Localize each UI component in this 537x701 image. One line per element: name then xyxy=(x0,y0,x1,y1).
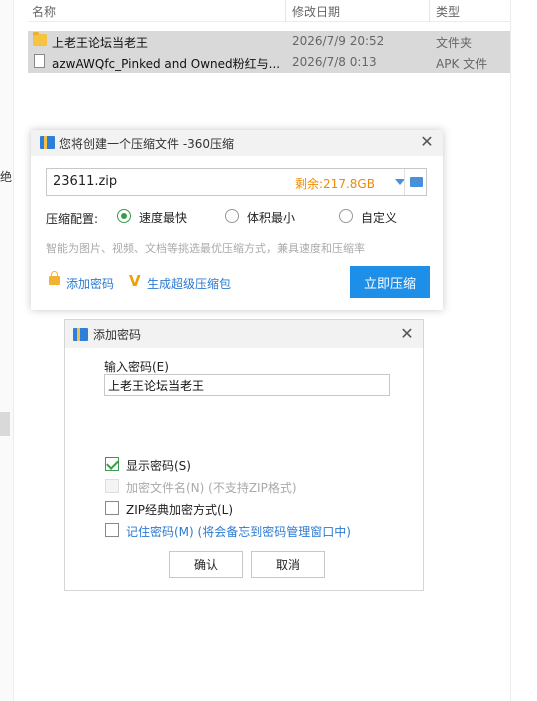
compress-config-label: 压缩配置: xyxy=(46,212,99,226)
navigation-pane-scrollbar[interactable] xyxy=(0,412,10,436)
folder-icon xyxy=(410,177,423,187)
column-header-row: 名称 修改日期 类型 xyxy=(28,0,510,22)
add-password-link[interactable]: 添加密码 xyxy=(66,275,114,292)
checkbox-label: 加密文件名(N) (不支持ZIP格式) xyxy=(126,481,297,495)
super-package-link[interactable]: 生成超级压缩包 xyxy=(147,275,231,292)
archive-app-icon xyxy=(40,136,55,149)
column-header-date[interactable]: 修改日期 xyxy=(292,3,340,20)
password-dialog-title: 添加密码 xyxy=(93,328,142,342)
password-input-label: 输入密码(E) xyxy=(104,360,169,374)
compress-dialog-title: 您将创建一个压缩文件 -360压缩 xyxy=(59,137,235,151)
radio-label: 自定义 xyxy=(361,211,398,225)
radio-indicator xyxy=(117,209,131,223)
file-row-apk[interactable]: azwAWQfc_Pinked and Owned粉红与... 2026/7/8… xyxy=(28,52,510,73)
checkbox-label: 记住密码(M) (将会备忘到密码管理窗口中) xyxy=(126,525,351,539)
radio-indicator xyxy=(339,209,353,223)
file-type: APK 文件 xyxy=(436,57,488,71)
password-dialog: 添加密码 ✕ 输入密码(E) 显示密码(S) 加密文件名(N) (不支持ZIP格… xyxy=(64,319,424,591)
compress-dialog: 您将创建一个压缩文件 -360压缩 ✕ 剩余:217.8GB 压缩配置: 速度最… xyxy=(31,130,443,310)
column-divider[interactable] xyxy=(429,0,430,22)
navigation-pane-text-fragment: 绝 xyxy=(0,170,13,184)
compress-hint-text: 智能为图片、视频、文档等挑选最优压缩方式，兼具速度和压缩率 xyxy=(46,242,365,255)
folder-icon xyxy=(33,32,47,46)
explorer-right-edge xyxy=(510,0,537,701)
navigation-pane-edge xyxy=(0,0,14,701)
compress-now-button[interactable]: 立即压缩 xyxy=(350,266,430,298)
column-divider[interactable] xyxy=(285,0,286,22)
checkbox-label: 显示密码(S) xyxy=(126,459,191,473)
checkbox-label: ZIP经典加密方式(L) xyxy=(126,503,234,517)
checkbox-indicator xyxy=(105,501,119,515)
file-name: azwAWQfc_Pinked and Owned粉红与... xyxy=(52,57,281,71)
compress-dialog-titlebar[interactable]: 您将创建一个压缩文件 -360压缩 ✕ xyxy=(31,130,443,156)
archive-name-field[interactable]: 剩余:217.8GB xyxy=(46,168,427,196)
checkbox-indicator xyxy=(105,457,119,471)
super-package-icon[interactable]: V xyxy=(129,272,141,290)
password-dialog-titlebar[interactable]: 添加密码 ✕ xyxy=(65,320,423,348)
file-date: 2026/7/9 20:52 xyxy=(292,34,385,48)
checkbox-indicator xyxy=(105,479,119,493)
cancel-button[interactable]: 取消 xyxy=(251,551,325,578)
password-input[interactable] xyxy=(104,374,390,396)
radio-indicator xyxy=(225,209,239,223)
checkbox-indicator xyxy=(105,523,119,537)
free-space-label: 剩余:217.8GB xyxy=(295,177,375,191)
archive-app-icon xyxy=(73,328,88,341)
file-row-folder[interactable]: 上老王论坛当老王 2026/7/9 20:52 文件夹 xyxy=(28,31,510,52)
radio-label: 体积最小 xyxy=(247,211,296,225)
confirm-button[interactable]: 确认 xyxy=(169,551,243,578)
column-header-name[interactable]: 名称 xyxy=(32,3,56,20)
file-date: 2026/7/8 0:13 xyxy=(292,55,377,69)
file-name: 上老王论坛当老王 xyxy=(52,36,149,50)
close-icon[interactable]: ✕ xyxy=(399,326,415,342)
browse-folder-button[interactable] xyxy=(404,169,428,195)
column-header-type[interactable]: 类型 xyxy=(436,3,460,20)
lock-icon[interactable] xyxy=(49,271,60,285)
radio-label: 速度最快 xyxy=(139,211,188,225)
archive-name-input[interactable] xyxy=(53,174,253,189)
close-icon[interactable]: ✕ xyxy=(419,134,435,150)
file-icon xyxy=(34,54,45,68)
file-type: 文件夹 xyxy=(436,36,473,50)
